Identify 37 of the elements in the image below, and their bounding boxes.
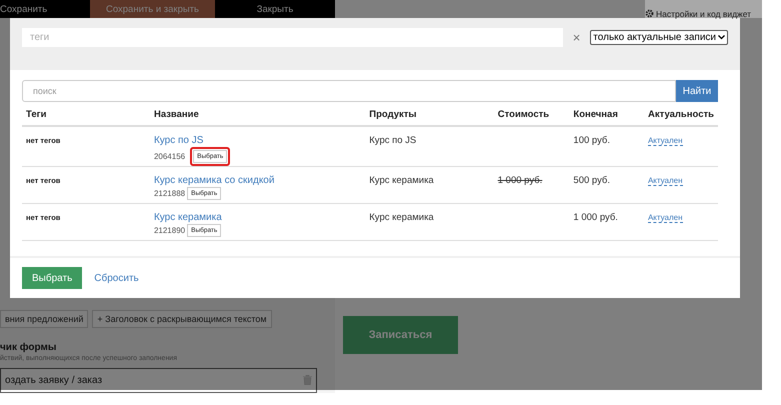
- block-chip[interactable]: + Заголовок с раскрывающимся текстом: [92, 310, 272, 328]
- course-id: 2064156: [154, 152, 186, 161]
- column-header: Название: [150, 104, 366, 126]
- section-title: чик формы: [0, 342, 58, 353]
- column-header: Актуальность: [644, 104, 718, 126]
- table-cell: Курс керамика: [365, 204, 494, 240]
- status-link[interactable]: Актуален: [648, 213, 683, 223]
- clear-button[interactable]: ×: [568, 28, 584, 47]
- table-cell: 1 000 руб.: [569, 204, 644, 240]
- table-cell: Курс керамика: [365, 166, 494, 204]
- gear-icon: [645, 9, 654, 18]
- column-header: Конечная: [569, 104, 644, 126]
- find-button[interactable]: Найти: [676, 80, 718, 102]
- tags-field[interactable]: теги: [22, 28, 563, 47]
- table-cell: Курс по JS: [365, 126, 494, 166]
- column-header: Продукты: [365, 104, 494, 126]
- action-item[interactable]: оздать заявку / заказ: [0, 368, 317, 393]
- status-link[interactable]: Актуален: [648, 136, 683, 146]
- block-chip[interactable]: вния предложений: [0, 310, 88, 328]
- toolbar-button[interactable]: Сохранить и закрыть: [90, 0, 215, 18]
- column-header: Стоимость: [494, 104, 570, 126]
- course-link[interactable]: Курс керамика со скидкой: [154, 175, 362, 186]
- table-cell: 100 руб.: [569, 126, 644, 166]
- course-link[interactable]: Курс керамика: [154, 212, 362, 223]
- reset-link[interactable]: Сбросить: [94, 272, 139, 284]
- course-id: 2121888: [154, 189, 186, 198]
- trash-icon[interactable]: [303, 375, 312, 385]
- column-header: Теги: [22, 104, 150, 126]
- search-field[interactable]: поиск: [22, 80, 676, 102]
- filter-select[interactable]: только актуальные записи: [590, 30, 728, 45]
- course-id: 2121890: [154, 226, 186, 235]
- course-link[interactable]: Курс по JS: [154, 135, 362, 146]
- select-button[interactable]: Выбрать: [22, 267, 82, 289]
- table-cell: 500 руб.: [569, 166, 644, 204]
- old-price: 1 000 руб.: [498, 175, 542, 186]
- status-link[interactable]: Актуален: [648, 176, 683, 186]
- chevron-icon: [718, 35, 725, 40]
